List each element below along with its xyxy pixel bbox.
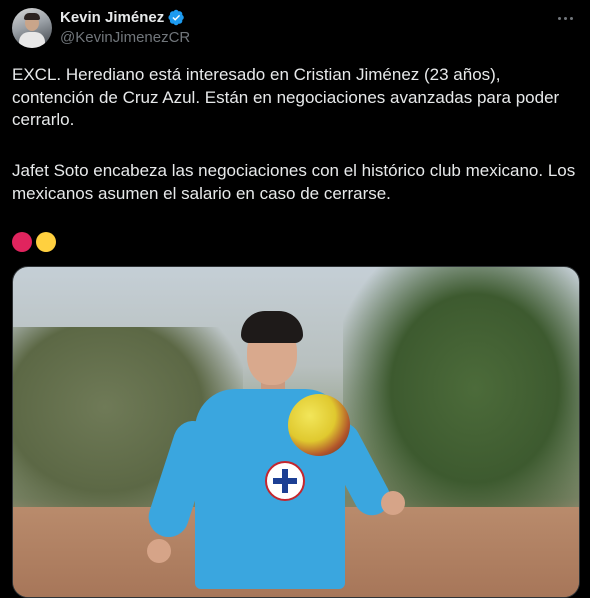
emoji-row bbox=[12, 232, 56, 252]
author-name-row: Kevin Jiménez bbox=[60, 9, 185, 26]
author-display-name[interactable]: Kevin Jiménez bbox=[60, 9, 164, 26]
more-options-icon[interactable] bbox=[554, 10, 576, 26]
tweet-header: Kevin Jiménez @KevinJimenezCR bbox=[12, 8, 578, 48]
red-circle-emoji-icon bbox=[12, 232, 32, 252]
tweet-photo[interactable] bbox=[12, 266, 580, 598]
player-figure bbox=[143, 289, 413, 597]
author-avatar[interactable] bbox=[12, 8, 52, 48]
soccer-ball bbox=[288, 394, 350, 456]
cruz-azul-crest-icon bbox=[265, 461, 305, 501]
verified-badge-icon bbox=[168, 9, 184, 26]
tweet-paragraph-1: EXCL. Herediano está interesado en Crist… bbox=[12, 65, 560, 129]
author-handle[interactable]: @KevinJimenezCR bbox=[60, 29, 190, 46]
tweet-paragraph-2: Jafet Soto encabeza las negociaciones co… bbox=[12, 161, 576, 203]
yellow-circle-emoji-icon bbox=[36, 232, 56, 252]
